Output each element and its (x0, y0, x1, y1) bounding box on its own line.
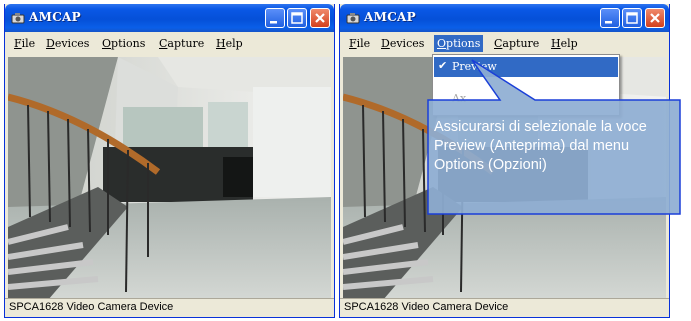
callout-text: Assicurarsi di selezionale la voce Previ… (434, 119, 647, 173)
